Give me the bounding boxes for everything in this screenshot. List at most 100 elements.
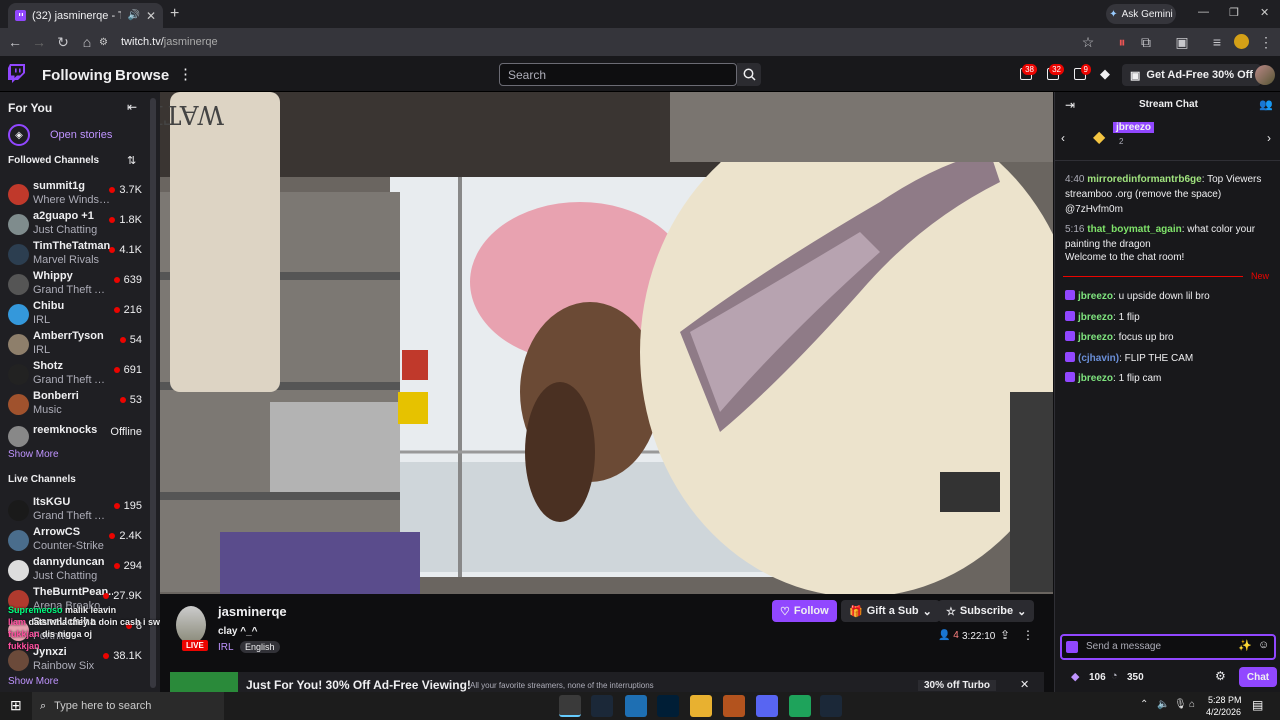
search-input[interactable]: Search bbox=[499, 63, 737, 86]
chat-input[interactable]: Send a message ✨ ☺ bbox=[1060, 634, 1276, 660]
app-taskbar-icon[interactable] bbox=[723, 695, 745, 717]
discord-taskbar-icon[interactable] bbox=[756, 695, 778, 717]
sidebar-channel[interactable]: dannyduncan Just Chatting 294 bbox=[0, 556, 150, 586]
downloads-icon[interactable]: ≡ bbox=[1205, 30, 1229, 54]
back-icon[interactable]: ← bbox=[3, 30, 27, 54]
search-button[interactable] bbox=[737, 63, 761, 86]
notifications-icon[interactable]: 9 bbox=[1074, 64, 1091, 80]
steam-taskbar-icon[interactable] bbox=[591, 695, 613, 717]
home-icon[interactable]: ⌂ bbox=[75, 30, 99, 54]
nav-following[interactable]: Following bbox=[42, 67, 112, 84]
file-explorer-taskbar-icon[interactable] bbox=[690, 695, 712, 717]
taskbar-search[interactable]: ⌕ Type here to search bbox=[32, 692, 224, 720]
cast-icon[interactable]: ▣ bbox=[1170, 30, 1194, 54]
ad-free-button[interactable]: ▣ Get Ad-Free 30% Off bbox=[1122, 64, 1261, 86]
browser-menu-icon[interactable]: ⋮ bbox=[1254, 30, 1278, 54]
sidebar-channel[interactable]: Chibu IRL 216 bbox=[0, 300, 150, 330]
share-icon[interactable]: ⇪ bbox=[1000, 628, 1010, 642]
restore-button[interactable]: ❐ bbox=[1229, 6, 1239, 19]
close-window-button[interactable]: ✕ bbox=[1260, 6, 1269, 19]
chat-user[interactable]: jbreezo bbox=[1078, 332, 1113, 343]
vscode-taskbar-icon[interactable] bbox=[625, 695, 647, 717]
sidebar-channel-offline[interactable]: reemknocks Offline bbox=[0, 422, 150, 452]
microphone-icon[interactable]: 🎙 bbox=[1174, 699, 1187, 710]
gift-sub-button[interactable]: 🎁 Gift a Sub ⌄ bbox=[841, 600, 940, 622]
sort-icon[interactable]: ⇅ bbox=[127, 154, 136, 167]
browser-tab[interactable]: (32) jasminerqe - Twitch 🔊 ✕ bbox=[8, 3, 163, 28]
steam2-taskbar-icon[interactable] bbox=[820, 695, 842, 717]
open-stories-link[interactable]: Open stories bbox=[50, 129, 112, 141]
chevron-left-icon[interactable]: ‹ bbox=[1061, 131, 1065, 145]
chat-settings-icon[interactable]: ⚙ bbox=[1215, 669, 1226, 683]
avatar bbox=[8, 500, 29, 521]
stream-tag[interactable]: English bbox=[240, 641, 280, 653]
streamer-name[interactable]: jasminerqe bbox=[218, 604, 287, 619]
sidebar-channel[interactable]: Bonberri Music 53 bbox=[0, 390, 150, 420]
minimize-button[interactable]: — bbox=[1198, 6, 1209, 18]
url-field[interactable]: twitch.tv/jasminerqe bbox=[115, 36, 1015, 48]
chat-send-button[interactable]: Chat bbox=[1239, 667, 1277, 687]
whispers-icon[interactable]: 32 bbox=[1047, 64, 1064, 80]
forward-icon[interactable]: → bbox=[27, 30, 51, 54]
chat-user[interactable]: that_boymatt_again bbox=[1087, 224, 1181, 235]
sparkle-icon[interactable]: ✨ bbox=[1238, 639, 1252, 652]
community-icon[interactable]: 👥 bbox=[1259, 98, 1273, 111]
chat-user[interactable]: (cjhavin) bbox=[1078, 353, 1119, 364]
nav-browse[interactable]: Browse bbox=[115, 67, 169, 84]
more-options-icon[interactable]: ⋮ bbox=[1022, 628, 1034, 642]
close-tab-icon[interactable]: ✕ bbox=[146, 9, 156, 23]
ask-gemini-button[interactable]: ✦ Ask Gemini bbox=[1106, 4, 1176, 24]
more-menu-icon[interactable]: ⋮ bbox=[178, 65, 193, 83]
extensions-puzzle-icon[interactable]: ⧉ bbox=[1134, 30, 1158, 54]
inbox-icon[interactable]: 38 bbox=[1020, 64, 1037, 80]
new-tab-button[interactable]: + bbox=[170, 5, 179, 23]
tray-chevron-icon[interactable]: ⌃ bbox=[1140, 699, 1148, 710]
windows-start-icon[interactable]: ⊞ bbox=[10, 697, 22, 714]
bits-icon[interactable]: ◆ bbox=[1071, 670, 1079, 683]
sidebar-channel[interactable]: TimTheTatman Marvel Rivals 4.1K bbox=[0, 240, 150, 270]
reload-icon[interactable]: ↻ bbox=[51, 30, 75, 54]
chat-user[interactable]: jbreezo bbox=[1078, 373, 1113, 384]
show-more-followed[interactable]: Show More bbox=[8, 449, 59, 460]
turbo-button[interactable]: 30% off Turbo bbox=[918, 680, 996, 691]
sidebar-channel[interactable]: a2guapo +1 Just Chatting 1.8K bbox=[0, 210, 150, 240]
chat-user[interactable]: jbreezo bbox=[1078, 291, 1113, 302]
volume-icon[interactable]: 🔈 bbox=[1157, 699, 1169, 710]
video-player[interactable]: WATER bbox=[160, 92, 1053, 594]
leader-user[interactable]: jbreezo bbox=[1113, 122, 1155, 133]
sidebar-channel[interactable]: ArrowCS Counter-Strike 2.4K bbox=[0, 526, 150, 556]
emote-icon[interactable]: ☺ bbox=[1258, 639, 1269, 651]
sidebar-scrollbar[interactable] bbox=[150, 98, 156, 688]
sidebar-channel[interactable]: Whippy Grand Theft Au... 639 bbox=[0, 270, 150, 300]
sidebar-channel[interactable]: ItsKGU Grand Theft Au... 195 bbox=[0, 496, 150, 526]
site-info-icon[interactable]: ⚙ bbox=[99, 37, 115, 48]
chevron-right-icon[interactable]: › bbox=[1267, 131, 1271, 145]
speaker-icon[interactable]: 🔊 bbox=[127, 10, 139, 21]
stream-category[interactable]: IRL bbox=[218, 642, 234, 653]
stories-icon[interactable]: ◈ bbox=[8, 124, 30, 146]
chat-user[interactable]: mirroredinformantrb6ge bbox=[1087, 174, 1201, 185]
collapse-sidebar-icon[interactable]: ⇤ bbox=[127, 100, 137, 114]
network-icon[interactable]: ⌂ bbox=[1189, 699, 1195, 710]
sidebar-channel[interactable]: Shotz Grand Theft Au... 691 bbox=[0, 360, 150, 390]
extension-icon[interactable]: ⏸ bbox=[1110, 30, 1134, 54]
profile-avatar[interactable] bbox=[1234, 34, 1249, 49]
bits-gem-icon[interactable]: ◆ bbox=[1100, 66, 1110, 82]
collapse-chat-icon[interactable]: ⇥ bbox=[1065, 98, 1075, 112]
user-avatar[interactable] bbox=[1255, 65, 1275, 85]
bookmark-star-icon[interactable]: ☆ bbox=[1076, 30, 1100, 54]
app2-taskbar-icon[interactable] bbox=[789, 695, 811, 717]
sidebar-channel[interactable]: summit1g Where Winds ... 3.7K bbox=[0, 180, 150, 210]
notification-center-icon[interactable]: ▤ bbox=[1252, 698, 1263, 712]
photoshop-taskbar-icon[interactable] bbox=[657, 695, 679, 717]
channel-points-icon[interactable]: ◔ bbox=[1111, 670, 1118, 682]
chrome-taskbar-icon[interactable] bbox=[559, 695, 581, 717]
chat-user[interactable]: jbreezo bbox=[1078, 312, 1113, 323]
subscribe-button[interactable]: ☆ Subscribe ⌄ bbox=[938, 600, 1035, 622]
sidebar-channel[interactable]: AmberrTyson IRL 54 bbox=[0, 330, 150, 360]
follow-button[interactable]: ♡ Follow bbox=[772, 600, 837, 622]
show-more-live[interactable]: Show More bbox=[8, 676, 59, 687]
close-promo-icon[interactable]: ✕ bbox=[1020, 678, 1029, 691]
streamer-avatar[interactable] bbox=[176, 606, 206, 644]
twitch-logo-icon[interactable] bbox=[8, 64, 25, 83]
